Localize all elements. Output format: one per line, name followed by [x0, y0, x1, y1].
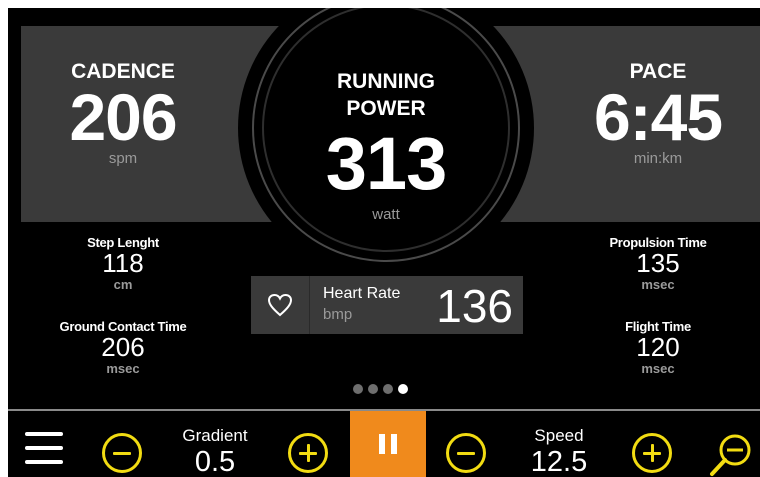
gradient-value: 0.5 — [194, 446, 236, 477]
running-power-metric: RUNNING POWER 313 watt — [298, 68, 474, 223]
minus-icon — [457, 451, 475, 455]
gradient-label: Gradient — [182, 426, 248, 445]
heart-rate-unit: bmp — [323, 306, 353, 323]
zoom-out-icon[interactable] — [708, 432, 752, 477]
speed-value: 12.5 — [530, 446, 588, 477]
minus-icon — [113, 451, 131, 455]
ground-contact-value: 206 — [101, 332, 145, 362]
step-length-metric: Step Lenght 118 cm — [48, 235, 198, 292]
pace-value: 6:45 — [593, 80, 723, 154]
heart-rate-label: Heart Rate — [323, 285, 401, 302]
running-power-title-1: RUNNING — [337, 70, 435, 93]
run-display-screen: CADENCE 206 spm RUNNING POWER 313 watt P… — [8, 8, 760, 477]
heart-icon — [251, 276, 310, 334]
speed-label: Speed — [534, 426, 584, 445]
propulsion-value: 135 — [636, 248, 680, 278]
gradient-decrease-button[interactable] — [102, 433, 142, 473]
step-length-value: 118 — [102, 248, 144, 278]
running-power-unit: watt — [372, 206, 400, 223]
heart-rate-value: 136 — [436, 280, 513, 332]
ground-contact-metric: Ground Contact Time 206 msec — [38, 319, 208, 376]
page-indicator — [353, 384, 408, 394]
step-length-unit: cm — [113, 277, 133, 292]
page-dot[interactable] — [353, 384, 363, 394]
page-dot-active[interactable] — [398, 384, 408, 394]
flight-time-value: 120 — [636, 332, 680, 362]
propulsion-metric: Propulsion Time 135 msec — [578, 235, 738, 292]
heart-rate-panel[interactable]: Heart Rate bmp 136 — [251, 276, 523, 334]
cadence-metric: CADENCE 206 spm — [48, 60, 198, 167]
cadence-value: 206 — [69, 80, 177, 154]
pace-metric: PACE 6:45 min:km — [568, 60, 748, 167]
running-power-title-2: POWER — [346, 97, 426, 120]
speed-increase-button[interactable] — [632, 433, 672, 473]
page-dot[interactable] — [383, 384, 393, 394]
gradient-increase-button[interactable] — [288, 433, 328, 473]
ground-contact-unit: msec — [106, 361, 140, 376]
hamburger-menu-icon[interactable] — [25, 432, 63, 466]
page-dot[interactable] — [368, 384, 378, 394]
pause-icon — [379, 434, 385, 454]
speed-decrease-button[interactable] — [446, 433, 486, 473]
flight-time-unit: msec — [641, 361, 675, 376]
pause-button[interactable] — [350, 411, 426, 477]
propulsion-unit: msec — [641, 277, 675, 292]
running-power-value: 313 — [325, 122, 447, 205]
flight-time-metric: Flight Time 120 msec — [578, 319, 738, 376]
